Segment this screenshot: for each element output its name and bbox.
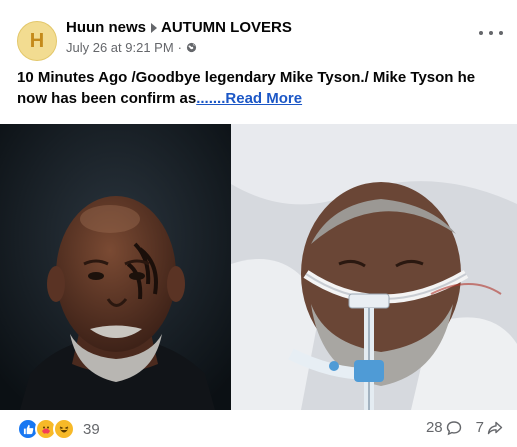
meta-separator: · xyxy=(177,40,183,55)
reactions-summary[interactable]: 39 xyxy=(17,418,100,440)
post-text: 10 Minutes Ago /Goodbye legendary Mike T… xyxy=(17,67,502,109)
more-options-icon[interactable] xyxy=(479,25,503,41)
haha-icon xyxy=(53,418,75,440)
photo-hospital[interactable] xyxy=(231,124,517,410)
post-timestamp[interactable]: July 26 at 9:21 PM xyxy=(66,40,174,55)
engagement-counts: 28 7 xyxy=(426,419,503,436)
avatar-letter: H xyxy=(29,29,45,52)
avatar[interactable]: H xyxy=(17,21,57,61)
post-footer: 39 28 7 xyxy=(17,416,503,440)
post-meta: July 26 at 9:21 PM · xyxy=(66,40,197,55)
photo-portrait[interactable] xyxy=(0,124,231,410)
post-title: Huun news AUTUMN LOVERS xyxy=(66,19,292,36)
portrait-illustration xyxy=(0,124,231,410)
author-name[interactable]: Huun news xyxy=(66,19,146,36)
read-more-link[interactable]: .......Read More xyxy=(196,90,302,107)
comment-icon[interactable] xyxy=(446,420,462,436)
share-count[interactable]: 7 xyxy=(476,419,484,436)
caret-right-icon xyxy=(151,22,158,33)
hospital-illustration xyxy=(231,124,517,410)
post-header: H Huun news AUTUMN LOVERS July 26 at 9:21… xyxy=(17,13,503,61)
globe-icon[interactable] xyxy=(186,42,197,53)
comment-count[interactable]: 28 xyxy=(426,419,443,436)
reaction-count: 39 xyxy=(83,420,100,438)
post-card: H Huun news AUTUMN LOVERS July 26 at 9:21… xyxy=(0,0,517,447)
post-media[interactable] xyxy=(0,124,517,410)
group-name[interactable]: AUTUMN LOVERS xyxy=(161,19,292,36)
share-icon[interactable] xyxy=(487,420,503,436)
